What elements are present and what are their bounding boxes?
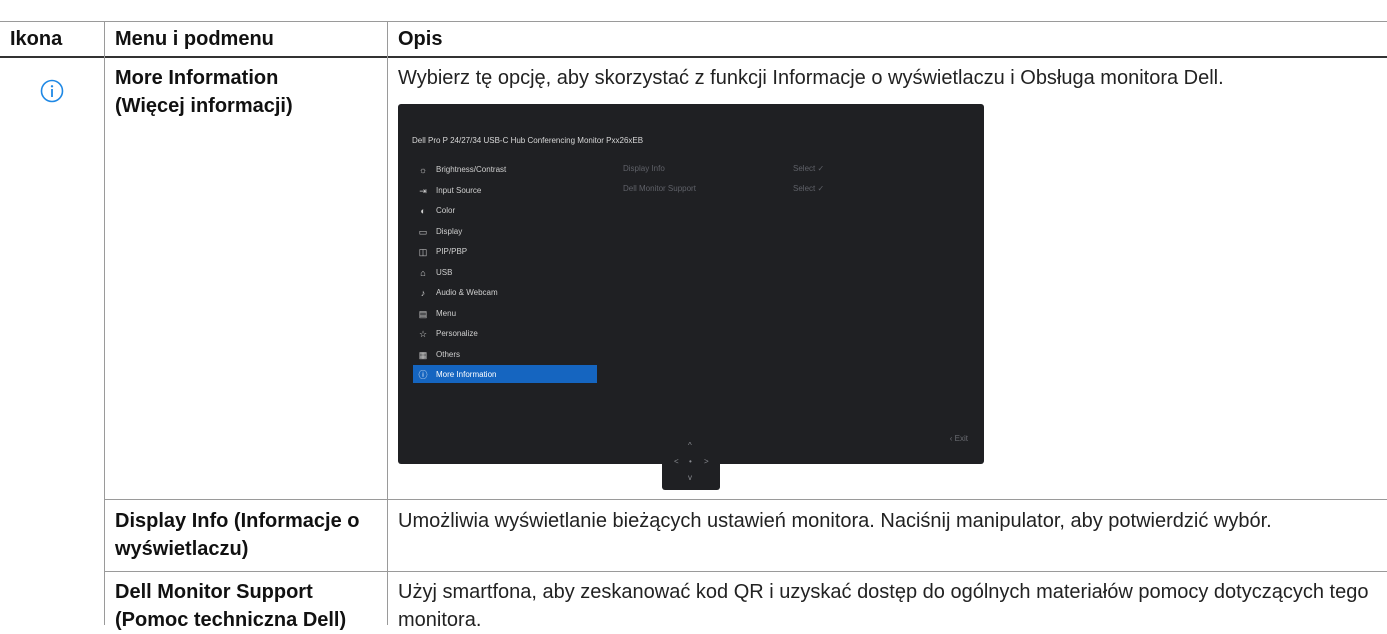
brightness-icon: ☼ <box>418 165 428 175</box>
osd-menu-item-label: Input Source <box>436 185 482 195</box>
desc-dell-monitor-support: Użyj smartfona, aby zeskanować kod QR i … <box>398 581 1369 631</box>
osd-screenshot: Dell Pro P 24/27/34 USB-C Hub Conferenci… <box>398 104 984 464</box>
osd-menu-item-label: More Information <box>436 370 497 379</box>
joystick-up-icon: ^ <box>688 441 692 450</box>
info-circle-icon <box>40 79 64 103</box>
osd-exit-label: ‹ Exit <box>949 434 968 443</box>
header-description: Opis <box>398 28 443 50</box>
submenu-display-info-value: Select ✓ <box>793 164 825 173</box>
osd-menu-item-others[interactable]: ▦ Others <box>413 345 597 363</box>
osd-menu-item-menu[interactable]: ▤ Menu <box>413 304 597 322</box>
menu-icon: ▤ <box>418 308 428 319</box>
joystick-left-icon: < <box>674 457 679 466</box>
osd-menu-item-color[interactable]: ◐ Color <box>413 201 597 219</box>
audio-webcam-icon: ♪ <box>420 288 426 298</box>
usb-icon: ⌂ <box>420 267 426 278</box>
osd-menu-item-brightness-contrast[interactable]: ☼ Brightness/Contrast <box>413 160 597 178</box>
header-bottom-border <box>0 56 1387 58</box>
others-icon: ▦ <box>418 349 428 360</box>
submenu-dell-monitor-support-value: Select ✓ <box>793 184 825 193</box>
osd-menu-item-label: Brightness/Contrast <box>436 165 507 174</box>
input-source-icon: ⇥ <box>419 185 427 196</box>
header-menu: Menu i podmenu <box>115 28 274 50</box>
osd-menu-item-label: Others <box>436 349 461 359</box>
osd-menu-item-label: Display <box>436 226 463 236</box>
row-border-1 <box>104 499 1387 500</box>
osd-menu-item-label: USB <box>436 267 453 277</box>
menu-more-information: More Information (Więcej informacji) <box>115 67 293 117</box>
desc-more-information: Wybierz tę opcję, aby skorzystać z funkc… <box>398 67 1224 89</box>
joystick-indicator: ^ < • > v <box>662 432 720 490</box>
osd-menu-item-label: Color <box>436 206 456 215</box>
col-border-2 <box>387 21 388 625</box>
joystick-right-icon: > <box>704 457 709 466</box>
info-icon: ⓘ <box>418 370 428 380</box>
osd-menu-item-label: Audio & Webcam <box>436 288 498 297</box>
pip-pbp-icon: ◫ <box>418 247 428 257</box>
osd-menu-item-audio-webcam[interactable]: ♪ Audio & Webcam <box>413 283 597 301</box>
header-icon: Ikona <box>10 28 63 50</box>
personalize-icon: ☆ <box>418 329 428 339</box>
submenu-dell-monitor-support: Dell Monitor Support <box>623 184 696 193</box>
osd-menu-item-label: Menu <box>436 308 457 318</box>
row-border-2 <box>104 571 1387 572</box>
table-top-border <box>0 21 1387 22</box>
osd-menu-item-pip-pbp[interactable]: ◫ PIP/PBP <box>413 242 597 260</box>
menu-display-info: Display Info (Informacje o wyświetlaczu) <box>115 510 360 560</box>
joystick-down-icon: v <box>688 473 692 482</box>
submenu-display-info: Display Info <box>623 164 665 173</box>
desc-display-info: Umożliwia wyświetlanie bieżących ustawie… <box>398 510 1272 532</box>
display-icon: ▭ <box>418 226 428 237</box>
osd-menu-item-input-source[interactable]: ⇥ Input Source <box>413 181 597 199</box>
col-border-1 <box>104 21 105 625</box>
osd-menu-item-personalize[interactable]: ☆ Personalize <box>413 324 597 342</box>
osd-menu-item-usb[interactable]: ⌂ USB <box>413 263 597 281</box>
osd-menu-item-label: Personalize <box>436 329 478 338</box>
osd-menu-item-display[interactable]: ▭ Display <box>413 222 597 240</box>
osd-title: Dell Pro P 24/27/34 USB-C Hub Conferenci… <box>412 136 644 145</box>
joystick-center-icon: • <box>689 457 692 466</box>
color-icon: ◐ <box>420 206 426 216</box>
menu-dell-monitor-support: Dell Monitor Support (Pomoc techniczna D… <box>115 581 347 631</box>
osd-menu-item-more-information[interactable]: ⓘ More Information <box>413 365 597 383</box>
osd-menu-item-label: PIP/PBP <box>436 247 468 256</box>
